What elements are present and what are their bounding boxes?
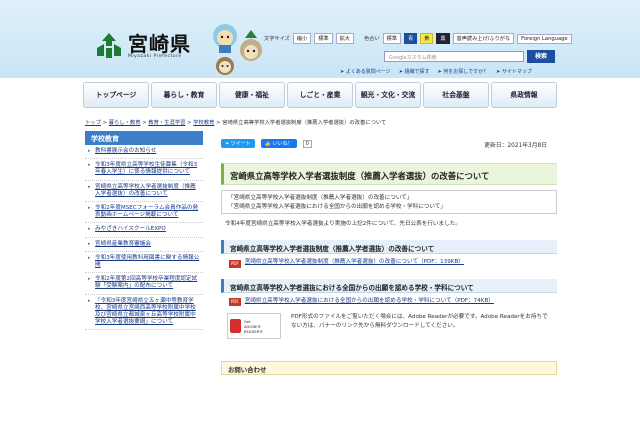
font-standard-button[interactable]: 標準 bbox=[314, 33, 333, 44]
font-shrink-button[interactable]: 縮小 bbox=[292, 33, 312, 44]
pdf-link-row: PDF 宮崎県立高等学校入学者選抜制度（推薦入学者選抜）の改善について（PDF：… bbox=[221, 254, 557, 268]
search-button[interactable]: 検索 bbox=[527, 50, 555, 63]
nav-top[interactable]: トップページ bbox=[83, 82, 149, 108]
what-looking-for-link[interactable]: ➤ 何をお探しですか？ bbox=[437, 68, 488, 75]
sidebar-item[interactable]: みやざきハイスクールEXPO bbox=[85, 223, 203, 238]
color-yellow-button[interactable]: 黄 bbox=[420, 33, 434, 44]
accessibility-toolbar: 文字サイズ 縮小 標準 拡大 色合い 標準 青 黄 黒 音声読み上げ/ふりがな … bbox=[264, 33, 572, 44]
pdf-icon: PDF bbox=[229, 298, 241, 306]
logo-title: 宮崎県 bbox=[128, 31, 191, 56]
reader-note: PDF形式のファイルをご覧いただく場合には、Adobe Readerが必要です。… bbox=[291, 314, 548, 329]
search-input[interactable]: Googleカスタム検索 bbox=[384, 51, 524, 62]
section-heading: 宮崎県立高等学校入学者選抜における全国からの出願を認める学校・学科について bbox=[221, 278, 557, 293]
global-nav: トップページ 暮らし・教育 健康・福祉 しごと・産業 観光・文化・交流 社会基盤… bbox=[83, 82, 557, 108]
color-blue-button[interactable]: 青 bbox=[403, 33, 418, 44]
prefecture-emblem-icon bbox=[97, 33, 121, 58]
updated-date: 更新日：2021年3月8日 bbox=[484, 143, 547, 149]
sitemap-link[interactable]: ➤ サイトマップ bbox=[496, 68, 532, 75]
org-search-link[interactable]: ➤ 組織で探す bbox=[399, 68, 430, 75]
nav-living-education[interactable]: 暮らし・教育 bbox=[151, 82, 217, 108]
voice-reader-button[interactable]: 音声読み上げ/ふりがな bbox=[452, 33, 515, 44]
like-count: 0 bbox=[302, 139, 312, 148]
page: 宮崎県 Miyazaki Prefecture 文字サイズ 縮小 標準 拡大 色… bbox=[0, 0, 640, 426]
font-enlarge-button[interactable]: 拡大 bbox=[335, 33, 354, 44]
breadcrumb-current: 宮崎県立高等学校入学者選抜制度（推薦入学者選抜）の改善について bbox=[222, 120, 387, 126]
nav-tourism-culture[interactable]: 観光・文化・交流 bbox=[355, 82, 421, 108]
summary-item: 「宮崎県立高等学校入学者選抜における全国からの出願を認める学校・学科について」 bbox=[228, 204, 446, 210]
breadcrumb-living[interactable]: 暮らし・教育 bbox=[109, 120, 141, 126]
pdf-link-row: PDF 宮崎県立高等学校入学者選抜における全国からの出願を認める学校・学科につい… bbox=[221, 293, 557, 306]
font-size-label: 文字サイズ bbox=[264, 36, 290, 42]
summary-list: 「宮崎県立高等学校入学者選抜制度（推薦入学者選抜）の改善について」 「宮崎県立高… bbox=[221, 190, 557, 214]
sidebar-title[interactable]: 学校教育 bbox=[85, 131, 203, 145]
tweet-button[interactable]: ✦ ツイート bbox=[221, 139, 255, 148]
adobe-reader-banner[interactable]: Get ADOBE® READER® bbox=[227, 313, 281, 339]
page-title: 宮崎県立高等学校入学者選抜制度（推薦入学者選抜）の改善について bbox=[221, 163, 557, 185]
nav-infrastructure[interactable]: 社会基盤 bbox=[423, 82, 489, 108]
breadcrumb-education[interactable]: 教育・生涯学習 bbox=[148, 120, 185, 126]
sidebar-item[interactable]: 令和2年度第2回高等学校卒業程度認定試験「受験案内」の配布について bbox=[85, 273, 203, 295]
logo-subtitle: Miyazaki Prefecture bbox=[128, 53, 182, 59]
nav-work-industry[interactable]: しごと・産業 bbox=[287, 82, 353, 108]
sidebar-item[interactable]: 「令和3年度宮崎県立五ヶ瀬中等教育学校、宮崎県立宮崎西高等学校附属中学校及び宮崎… bbox=[85, 295, 203, 331]
pdf-icon: PDF bbox=[229, 259, 241, 268]
pdf-link[interactable]: 宮崎県立高等学校入学者選抜における全国からの出願を認める学校・学科について（PD… bbox=[245, 297, 494, 305]
like-button[interactable]: 👍 いいね！ bbox=[260, 139, 297, 148]
foreign-language-button[interactable]: Foreign Language bbox=[517, 33, 572, 44]
mascot-illustration bbox=[213, 24, 262, 75]
sidebar-item[interactable]: 令和3年度県立高等学校生徒募集（令和3年春入学生）に係る情報提供について bbox=[85, 159, 203, 181]
header-sublinks: ➤ よくある質問ページ ➤ 組織で探す ➤ 何をお探しですか？ ➤ サイトマップ bbox=[340, 68, 532, 75]
faq-link[interactable]: ➤ よくある質問ページ bbox=[340, 68, 391, 75]
breadcrumb: トップ > 暮らし・教育 > 教育・生涯学習 > 学校教育 > 宮崎県立高等学校… bbox=[85, 120, 387, 126]
sidebar-item[interactable]: 令和3年度使用教科用図書に関する情報公開 bbox=[85, 252, 203, 274]
main-content: ✦ ツイート 👍 いいね！ 0 更新日：2021年3月8日 宮崎県立高等学校入学… bbox=[221, 139, 557, 375]
site-logo[interactable]: 宮崎県 Miyazaki Prefecture bbox=[94, 32, 191, 60]
sidebar-item[interactable]: 令和2年度MSECフォーラム会員作品の発表動画ホームページ掲載について bbox=[85, 202, 203, 224]
breadcrumb-school[interactable]: 学校教育 bbox=[193, 120, 214, 126]
sidebar-item[interactable]: 宮崎県産業教育審議会 bbox=[85, 238, 203, 252]
adobe-reader-icon bbox=[230, 319, 241, 333]
summary-item: 「宮崎県立高等学校入学者選抜制度（推薦入学者選抜）の改善について」 bbox=[228, 195, 413, 201]
color-black-button[interactable]: 黒 bbox=[436, 33, 450, 44]
sidebar-item[interactable]: 宮崎県立高等学校入学者選抜制度（推薦入学者選抜）の改善について bbox=[85, 181, 203, 203]
sidebar-item[interactable]: 教科書展示会のお知らせ bbox=[85, 145, 203, 160]
contact-heading: お問い合わせ bbox=[221, 361, 557, 375]
header: 宮崎県 Miyazaki Prefecture 文字サイズ 縮小 標準 拡大 色… bbox=[0, 0, 640, 78]
nav-prefectural-info[interactable]: 県政情報 bbox=[491, 82, 557, 108]
pdf-link[interactable]: 宮崎県立高等学校入学者選抜制度（推薦入学者選抜）の改善について（PDF：139K… bbox=[245, 258, 464, 266]
section-heading: 宮崎県立高等学校入学者選抜制度（推薦入学者選抜）の改善について bbox=[221, 240, 557, 254]
breadcrumb-top[interactable]: トップ bbox=[85, 120, 101, 126]
nav-health-welfare[interactable]: 健康・福祉 bbox=[219, 82, 285, 108]
sidebar: 学校教育 教科書展示会のお知らせ 令和3年度県立高等学校生徒募集（令和3年春入学… bbox=[85, 131, 203, 426]
adobe-reader-notice: Get ADOBE® READER® PDF形式のファイルをご覧いただく場合には、… bbox=[221, 313, 557, 349]
color-label: 色合い bbox=[363, 36, 380, 42]
color-standard-button[interactable]: 標準 bbox=[382, 33, 401, 44]
intro-text: 令和4年度宮崎県立高等学校入学者選抜より実施の上記2件について、先日公表を行いま… bbox=[225, 221, 461, 227]
